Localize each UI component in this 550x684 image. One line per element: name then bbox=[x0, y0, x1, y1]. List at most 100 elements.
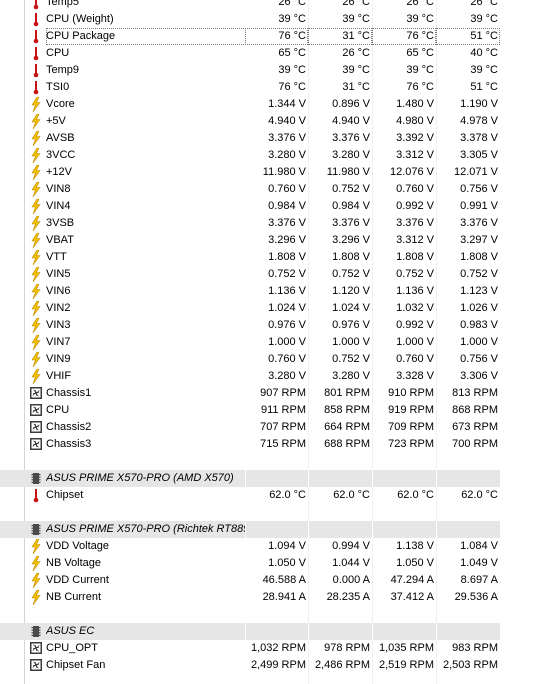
sensor-row[interactable]: VTT 1.808 V 1.808 V 1.808 V 1.808 V bbox=[0, 249, 500, 266]
sensor-row[interactable]: NB Current 28.941 A 28.235 A 37.412 A 29.536… bbox=[0, 589, 500, 606]
sensor-row[interactable]: TSI0 76 °C 31 °C 76 °C 51 °C bbox=[0, 79, 500, 96]
voltage-bolt-icon bbox=[31, 301, 41, 316]
sensor-name: CPU_OPT bbox=[46, 642, 98, 654]
sensor-row[interactable]: CPU 65 °C 26 °C 65 °C 40 °C bbox=[0, 45, 500, 62]
group-empty-cell bbox=[372, 470, 436, 487]
sensor-row[interactable]: Chassis3 715 RPM 688 RPM 723 RPM 700 RPM bbox=[0, 436, 500, 453]
average-value: 3.306 V bbox=[460, 370, 498, 382]
minimum-value: 0.984 V bbox=[332, 200, 370, 212]
maximum-value: 723 RPM bbox=[388, 438, 434, 450]
maximum-value: 1.480 V bbox=[396, 98, 434, 110]
average-value: 3.297 V bbox=[460, 234, 498, 246]
sensor-row[interactable]: VIN7 1.000 V 1.000 V 1.000 V 1.000 V bbox=[0, 334, 500, 351]
sensor-row[interactable]: NB Voltage 1.050 V 1.044 V 1.050 V 1.049 V bbox=[0, 555, 500, 572]
fan-icon bbox=[30, 642, 42, 654]
voltage-bolt-icon bbox=[31, 352, 41, 367]
current-value: 715 RPM bbox=[260, 438, 306, 450]
sensor-row[interactable]: 3VSB 3.376 V 3.376 V 3.376 V 3.376 V bbox=[0, 215, 500, 232]
chip-icon bbox=[31, 473, 41, 484]
sensor-row[interactable]: +5V 4.940 V 4.940 V 4.980 V 4.978 V bbox=[0, 113, 500, 130]
current-value: 3.280 V bbox=[268, 370, 306, 382]
maximum-value: 709 RPM bbox=[388, 421, 434, 433]
average-value: 8.697 A bbox=[460, 574, 498, 586]
maximum-value: 37.412 A bbox=[390, 591, 434, 603]
sensor-row[interactable]: CPU (Weight) 39 °C 39 °C 39 °C 39 °C bbox=[0, 11, 500, 28]
blank-row bbox=[0, 674, 500, 684]
sensor-row[interactable]: 3VCC 3.280 V 3.280 V 3.312 V 3.305 V bbox=[0, 147, 500, 164]
average-value: 51 °C bbox=[436, 28, 500, 45]
average-value: 0.991 V bbox=[460, 200, 498, 212]
sensor-name: Chassis2 bbox=[46, 421, 92, 433]
minimum-value: 11.980 V bbox=[326, 166, 370, 178]
sensor-row[interactable]: VDD Current 46.588 A 0.000 A 47.294 A 8.697 … bbox=[0, 572, 500, 589]
sensor-name: Temp5 bbox=[46, 0, 80, 8]
sensor-row[interactable]: VHIF 3.280 V 3.280 V 3.328 V 3.306 V bbox=[0, 368, 500, 385]
sensor-row[interactable]: Chipset Fan 2,499 RPM 2,486 RPM 2,519 RPM 2,… bbox=[0, 657, 500, 674]
voltage-bolt-icon bbox=[31, 284, 41, 299]
sensor-row[interactable]: CPU Package 76 °C 31 °C 76 °C 51 °C bbox=[0, 28, 500, 45]
maximum-value: 1.032 V bbox=[396, 302, 434, 314]
average-value: 62.0 °C bbox=[461, 489, 498, 501]
minimum-value: 0.896 V bbox=[332, 98, 370, 110]
sensor-row[interactable]: Chipset 62.0 °C 62.0 °C 62.0 °C 62.0 °C bbox=[0, 487, 500, 504]
current-value: 0.760 V bbox=[268, 183, 306, 195]
sensor-row[interactable]: VBAT 3.296 V 3.296 V 3.312 V 3.297 V bbox=[0, 232, 500, 249]
average-value: 700 RPM bbox=[452, 438, 498, 450]
sensor-row[interactable]: Vcore 1.344 V 0.896 V 1.480 V 1.190 V bbox=[0, 96, 500, 113]
device-group-header[interactable]: ASUS PRIME X570-PRO (AMD X570) bbox=[0, 470, 500, 487]
minimum-value: 1.044 V bbox=[332, 557, 370, 569]
current-value: 2,499 RPM bbox=[250, 659, 306, 671]
minimum-value: 1.024 V bbox=[332, 302, 370, 314]
sensor-name: VIN3 bbox=[46, 319, 71, 331]
sensor-row[interactable]: VIN6 1.136 V 1.120 V 1.136 V 1.123 V bbox=[0, 283, 500, 300]
average-value: 3.376 V bbox=[460, 217, 498, 229]
sensor-row[interactable]: Chassis1 907 RPM 801 RPM 910 RPM 813 RPM bbox=[0, 385, 500, 402]
sensor-row[interactable]: CPU_OPT 1,032 RPM 978 RPM 1,035 RPM 983 RPM bbox=[0, 640, 500, 657]
group-empty-cell bbox=[308, 521, 372, 538]
sensor-row[interactable]: VIN2 1.024 V 1.024 V 1.032 V 1.026 V bbox=[0, 300, 500, 317]
thermometer-icon bbox=[33, 0, 39, 10]
maximum-value: 919 RPM bbox=[388, 404, 434, 416]
minimum-value: 1.808 V bbox=[332, 251, 370, 263]
blank-row bbox=[0, 504, 500, 521]
sensor-row[interactable]: Temp9 39 °C 39 °C 39 °C 39 °C bbox=[0, 62, 500, 79]
current-value: 0.976 V bbox=[268, 319, 306, 331]
maximum-value: 47.294 A bbox=[390, 574, 434, 586]
maximum-value: 39 °C bbox=[406, 64, 434, 76]
voltage-bolt-icon bbox=[31, 335, 41, 350]
sensor-name: 3VCC bbox=[46, 149, 76, 161]
sensor-row[interactable]: VIN5 0.752 V 0.752 V 0.752 V 0.752 V bbox=[0, 266, 500, 283]
sensor-row[interactable]: VDD Voltage 1.094 V 0.994 V 1.138 V 1.084 V bbox=[0, 538, 500, 555]
voltage-bolt-icon bbox=[31, 250, 41, 265]
sensor-name: Chassis3 bbox=[46, 438, 92, 450]
sensor-name: VIN8 bbox=[46, 183, 71, 195]
group-empty-cell bbox=[245, 521, 308, 538]
device-group-header[interactable]: ASUS EC bbox=[0, 623, 500, 640]
group-empty-cell bbox=[372, 521, 436, 538]
sensor-row[interactable]: VIN4 0.984 V 0.984 V 0.992 V 0.991 V bbox=[0, 198, 500, 215]
sensor-row[interactable]: VIN9 0.760 V 0.752 V 0.760 V 0.756 V bbox=[0, 351, 500, 368]
sensor-row[interactable]: +12V 11.980 V 11.980 V 12.076 V 12.071 V bbox=[0, 164, 500, 181]
minimum-value: 3.376 V bbox=[332, 132, 370, 144]
minimum-value: 0.752 V bbox=[332, 183, 370, 195]
current-value: 0.760 V bbox=[268, 353, 306, 365]
sensor-row[interactable]: CPU 911 RPM 858 RPM 919 RPM 868 RPM bbox=[0, 402, 500, 419]
minimum-value: 1.000 V bbox=[332, 336, 370, 348]
average-value: 0.752 V bbox=[460, 268, 498, 280]
maximum-value: 0.992 V bbox=[396, 200, 434, 212]
device-group-header[interactable]: ASUS PRIME X570-PRO (Richtek RT8894... bbox=[0, 521, 500, 538]
sensor-row[interactable]: VIN8 0.760 V 0.752 V 0.760 V 0.756 V bbox=[0, 181, 500, 198]
current-value: 39 °C bbox=[278, 13, 306, 25]
current-value: 11.980 V bbox=[262, 166, 306, 178]
voltage-bolt-icon bbox=[31, 199, 41, 214]
sensor-row[interactable]: Temp5 26 °C 26 °C 26 °C 26 °C bbox=[0, 0, 500, 11]
current-value: 46.588 A bbox=[262, 574, 306, 586]
sensor-row[interactable]: AVSB 3.376 V 3.376 V 3.392 V 3.378 V bbox=[0, 130, 500, 147]
sensor-row[interactable]: Chassis2 707 RPM 664 RPM 709 RPM 673 RPM bbox=[0, 419, 500, 436]
current-value: 707 RPM bbox=[260, 421, 306, 433]
current-value: 65 °C bbox=[278, 47, 306, 59]
sensor-row[interactable]: VIN3 0.976 V 0.976 V 0.992 V 0.983 V bbox=[0, 317, 500, 334]
average-value: 1.000 V bbox=[460, 336, 498, 348]
average-value: 983 RPM bbox=[452, 642, 498, 654]
sensor-name: VIN9 bbox=[46, 353, 71, 365]
